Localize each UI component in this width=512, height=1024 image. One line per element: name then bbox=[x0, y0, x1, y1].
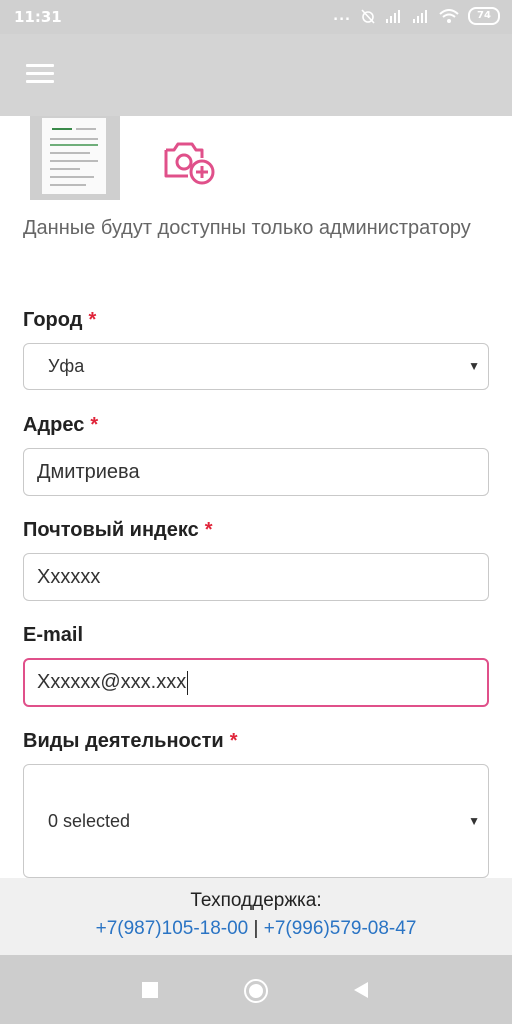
email-input[interactable]: Xxxxxx@xxx.xxx bbox=[23, 658, 489, 707]
alarm-off-icon bbox=[361, 9, 375, 24]
required-mark: * bbox=[229, 730, 238, 752]
document-preview bbox=[42, 118, 106, 194]
privacy-note: Данные будут доступны только администрат… bbox=[23, 217, 471, 239]
status-icons: ... 74 bbox=[333, 7, 500, 25]
home-icon[interactable] bbox=[243, 978, 269, 1004]
postal-code-input[interactable]: Xxxxxx bbox=[23, 553, 489, 601]
system-nav-bar bbox=[0, 955, 512, 1024]
required-mark: * bbox=[88, 309, 97, 331]
chevron-down-icon: ▼ bbox=[468, 814, 480, 828]
uploaded-photo-thumbnail[interactable] bbox=[30, 116, 120, 200]
activities-label: Виды деятельности * bbox=[23, 730, 238, 752]
recent-apps-icon[interactable] bbox=[141, 981, 159, 999]
back-icon[interactable] bbox=[352, 981, 370, 999]
support-phones: +7(987)105-18-00 | +7(996)579-08-47 bbox=[0, 918, 512, 940]
chevron-down-icon: ▼ bbox=[468, 359, 480, 373]
signal-icon bbox=[413, 10, 427, 23]
support-phone-1[interactable]: +7(987)105-18-00 bbox=[96, 918, 249, 939]
wifi-icon bbox=[439, 8, 459, 23]
text-cursor bbox=[187, 670, 189, 695]
required-mark: * bbox=[90, 414, 99, 436]
address-input[interactable]: Дмитриева bbox=[23, 448, 489, 496]
camera-add-icon[interactable] bbox=[162, 136, 218, 186]
notification-dots: ... bbox=[333, 8, 351, 24]
email-label: E-mail bbox=[23, 624, 84, 646]
city-label: Город * bbox=[23, 309, 97, 331]
city-select[interactable]: Уфа ▼ bbox=[23, 343, 489, 390]
address-label: Адрес * bbox=[23, 414, 99, 436]
form-content: Данные будут доступны только администрат… bbox=[0, 116, 512, 878]
activities-multiselect[interactable]: 0 selected ▼ bbox=[23, 764, 489, 878]
required-mark: * bbox=[204, 519, 213, 541]
postal-code-label: Почтовый индекс * bbox=[23, 519, 213, 541]
status-bar: 11:31 ... 74 bbox=[0, 0, 512, 34]
phone-separator: | bbox=[253, 918, 259, 939]
signal-icon bbox=[386, 10, 400, 23]
support-footer: Техподдержка: +7(987)105-18-00 | +7(996)… bbox=[0, 878, 512, 955]
support-phone-2[interactable]: +7(996)579-08-47 bbox=[264, 918, 417, 939]
hamburger-menu-icon[interactable] bbox=[26, 64, 54, 86]
app-bar bbox=[0, 34, 512, 116]
status-time: 11:31 bbox=[14, 8, 62, 26]
support-title: Техподдержка: bbox=[190, 890, 322, 911]
battery-icon: 74 bbox=[468, 7, 500, 25]
